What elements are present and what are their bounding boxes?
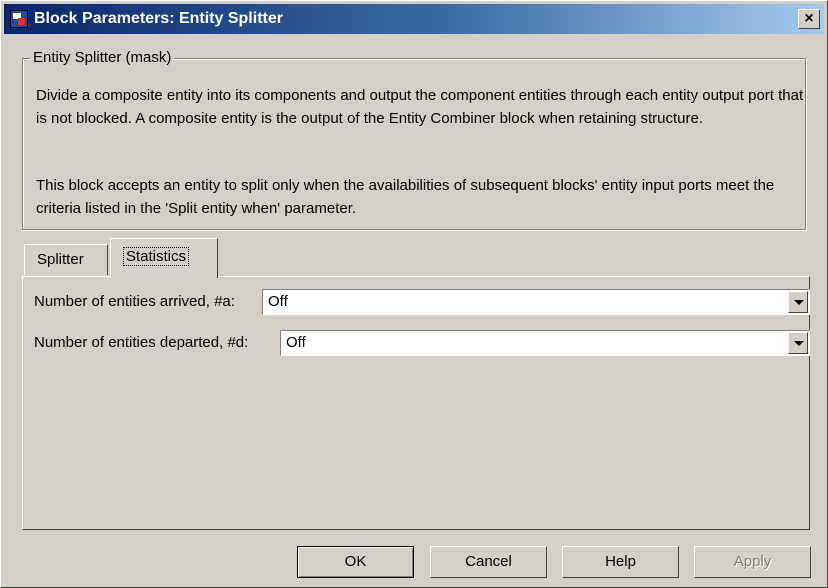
mask-description-2: This block accepts an entity to split on… — [36, 177, 775, 217]
tab-splitter-label: Splitter — [37, 251, 84, 268]
entities-departed-label: Number of entities departed, #d: — [34, 334, 249, 351]
title-bar[interactable]: Block Parameters: Entity Splitter × — [4, 4, 824, 34]
mask-group-title: Entity Splitter (mask) — [30, 49, 175, 67]
simulink-block-icon — [10, 10, 28, 28]
ok-button[interactable]: OK — [297, 546, 414, 578]
chevron-down-icon[interactable] — [788, 332, 808, 354]
tab-statistics-label: Statistics — [123, 247, 190, 266]
apply-button[interactable]: Apply — [694, 546, 811, 578]
entities-arrived-select[interactable]: Off — [262, 289, 810, 315]
tab-splitter[interactable]: Splitter — [24, 244, 108, 275]
chevron-down-icon[interactable] — [788, 291, 808, 313]
entities-departed-select[interactable]: Off — [280, 330, 810, 356]
entities-arrived-value: Off — [268, 293, 288, 310]
cancel-button[interactable]: Cancel — [430, 546, 547, 578]
mask-description-1: Divide a composite entity into its compo… — [36, 87, 804, 127]
entities-departed-value: Off — [286, 334, 306, 351]
help-button[interactable]: Help — [562, 546, 679, 578]
window-title: Block Parameters: Entity Splitter — [34, 10, 283, 27]
tab-statistics[interactable]: Statistics — [110, 238, 218, 278]
entities-arrived-label: Number of entities arrived, #a: — [34, 293, 235, 310]
close-button[interactable]: × — [798, 9, 820, 29]
